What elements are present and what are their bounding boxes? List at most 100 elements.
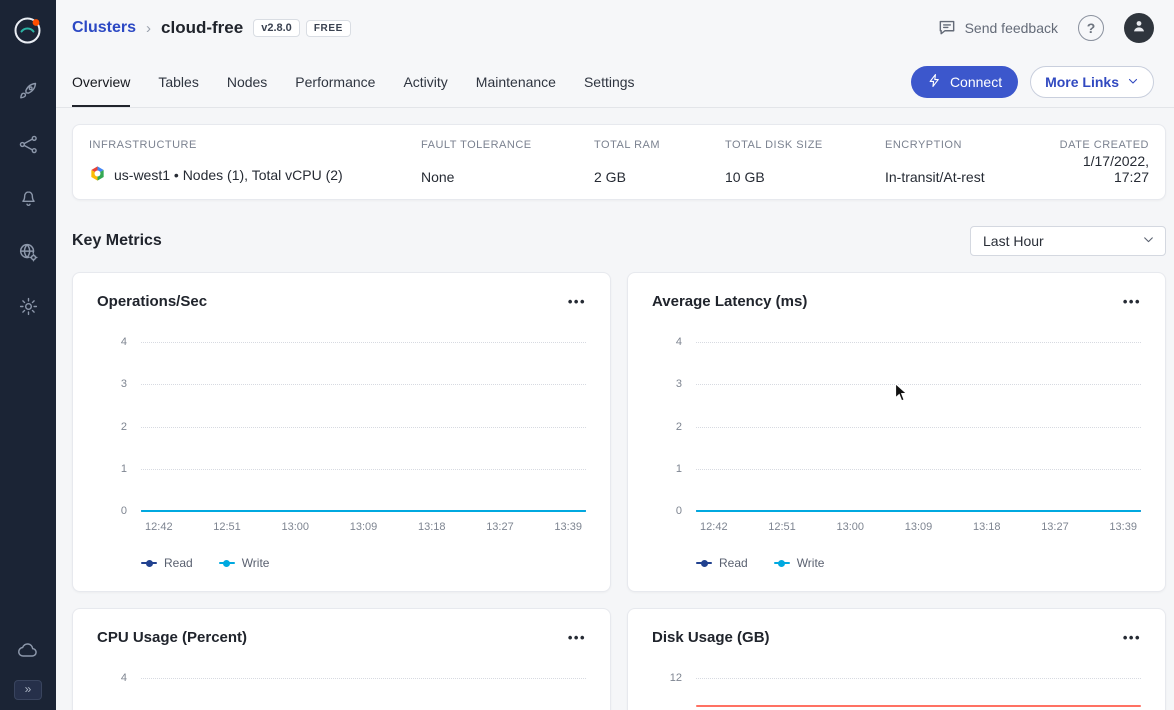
time-range-value: Last Hour — [983, 233, 1044, 249]
info-value-text: us-west1 • Nodes (1), Total vCPU (2) — [114, 167, 343, 183]
tab-nodes[interactable]: Nodes — [227, 56, 267, 107]
x-tick-label: 13:18 — [418, 521, 446, 533]
y-tick-label: 2 — [676, 421, 682, 433]
cloud-icon[interactable] — [8, 630, 48, 670]
series-line-write — [141, 510, 586, 512]
tab-settings[interactable]: Settings — [584, 56, 635, 107]
rocket-icon[interactable] — [8, 70, 48, 110]
x-tick-label: 13:09 — [350, 521, 378, 533]
legend-label: Write — [797, 556, 825, 570]
tab-performance[interactable]: Performance — [295, 56, 375, 107]
series-line-write — [696, 510, 1141, 512]
y-axis-labels: 01234 — [646, 342, 692, 511]
chart-title: Operations/Sec — [97, 293, 207, 310]
info-col-1: FAULT TOLERANCENone — [421, 139, 594, 185]
info-value-text: 2 GB — [594, 169, 626, 185]
logo-icon[interactable] — [12, 14, 44, 46]
sidebar: » — [0, 0, 56, 710]
chart-plot — [696, 342, 1141, 511]
info-value: None — [421, 169, 594, 185]
gridline — [141, 678, 586, 679]
legend-marker-icon — [219, 562, 235, 564]
topbar-actions: Send feedback ? — [937, 13, 1154, 43]
cluster-name: cloud-free — [161, 18, 243, 38]
help-button[interactable]: ? — [1078, 15, 1104, 41]
info-value-text: In-transit/At-rest — [885, 169, 985, 185]
chevron-down-icon — [1127, 74, 1139, 90]
y-axis-labels: 036912 — [646, 678, 692, 710]
legend-dot-icon — [223, 560, 230, 567]
app-root: » Clusters › cloud-free v2.8.0 FREE Send… — [0, 0, 1174, 710]
chart-menu-button[interactable]: ••• — [1123, 295, 1141, 308]
legend-dot-icon — [778, 560, 785, 567]
tab-maintenance[interactable]: Maintenance — [476, 56, 556, 107]
x-tick-label: 12:42 — [700, 521, 728, 533]
chart-menu-button[interactable]: ••• — [1123, 631, 1141, 644]
network-icon[interactable] — [8, 124, 48, 164]
breadcrumb-clusters-link[interactable]: Clusters — [72, 19, 136, 37]
expand-icon[interactable]: » — [14, 680, 42, 700]
bolt-icon — [927, 73, 942, 91]
gridline — [141, 469, 586, 470]
chart-menu-button[interactable]: ••• — [568, 295, 586, 308]
bell-icon[interactable] — [8, 178, 48, 218]
info-label: INFRASTRUCTURE — [89, 139, 421, 151]
legend-label: Read — [164, 556, 193, 570]
chart-card-header: CPU Usage (Percent)••• — [97, 629, 586, 646]
info-value: In-transit/At-rest — [885, 169, 1053, 185]
y-tick-label: 2 — [121, 421, 127, 433]
send-feedback-button[interactable]: Send feedback — [937, 17, 1058, 40]
chart-card-header: Average Latency (ms) ••• — [652, 293, 1141, 310]
connect-button[interactable]: Connect — [911, 66, 1018, 98]
legend-item-write[interactable]: Write — [219, 556, 270, 570]
chart-legend: Read Write — [141, 556, 269, 570]
gridline — [141, 384, 586, 385]
tab-overview[interactable]: Overview — [72, 56, 130, 107]
time-range-select[interactable]: Last Hour — [970, 226, 1166, 256]
chart-card-1: Average Latency (ms)•••0123412:4212:5113… — [627, 272, 1166, 592]
chart-legend: Read Write — [696, 556, 824, 570]
chart-title: Average Latency (ms) — [652, 293, 807, 310]
tab-activity[interactable]: Activity — [403, 56, 447, 107]
plan-badge: FREE — [306, 20, 351, 37]
info-value-text: 1/17/2022, 17:27 — [1053, 153, 1149, 185]
tab-actions: Connect More Links — [911, 56, 1154, 107]
top-header: Clusters › cloud-free v2.8.0 FREE Send f… — [56, 0, 1174, 56]
y-tick-label: 4 — [121, 672, 127, 684]
y-tick-label: 1 — [121, 463, 127, 475]
chart-menu-button[interactable]: ••• — [568, 631, 586, 644]
y-axis-labels: 01234 — [91, 678, 137, 710]
x-tick-label: 12:42 — [145, 521, 173, 533]
legend-item-read[interactable]: Read — [141, 556, 193, 570]
info-value-text: 10 GB — [725, 169, 765, 185]
legend-marker-icon — [141, 562, 157, 564]
version-badge: v2.8.0 — [253, 19, 300, 37]
x-tick-label: 12:51 — [213, 521, 241, 533]
gear-icon[interactable] — [8, 286, 48, 326]
info-value: 1/17/2022, 17:27 — [1053, 153, 1149, 185]
y-tick-label: 4 — [121, 336, 127, 348]
tab-tables[interactable]: Tables — [158, 56, 198, 107]
chart-card-header: Operations/Sec ••• — [97, 293, 586, 310]
more-links-label: More Links — [1045, 74, 1119, 90]
question-mark-icon: ? — [1087, 20, 1096, 36]
info-col-3: TOTAL DISK SIZE10 GB — [725, 139, 885, 185]
gridline — [696, 384, 1141, 385]
y-tick-label: 3 — [121, 378, 127, 390]
legend-item-write[interactable]: Write — [774, 556, 825, 570]
globe-gear-icon[interactable] — [8, 232, 48, 272]
send-feedback-label: Send feedback — [965, 20, 1058, 36]
main-area: Clusters › cloud-free v2.8.0 FREE Send f… — [56, 0, 1174, 710]
more-links-button[interactable]: More Links — [1030, 66, 1154, 98]
chart-plot — [696, 678, 1141, 710]
legend-marker-icon — [696, 562, 712, 564]
avatar[interactable] — [1124, 13, 1154, 43]
y-tick-label: 1 — [676, 463, 682, 475]
info-col-0: INFRASTRUCTURE us-west1 • Nodes (1), Tota… — [89, 139, 421, 185]
legend-label: Read — [719, 556, 748, 570]
x-axis-labels: 12:4212:5113:0013:0913:1813:2713:39 — [141, 521, 586, 535]
legend-item-read[interactable]: Read — [696, 556, 748, 570]
series-line-series — [696, 705, 1141, 707]
chevron-down-icon — [1142, 233, 1155, 249]
key-metrics-title: Key Metrics — [72, 232, 162, 250]
